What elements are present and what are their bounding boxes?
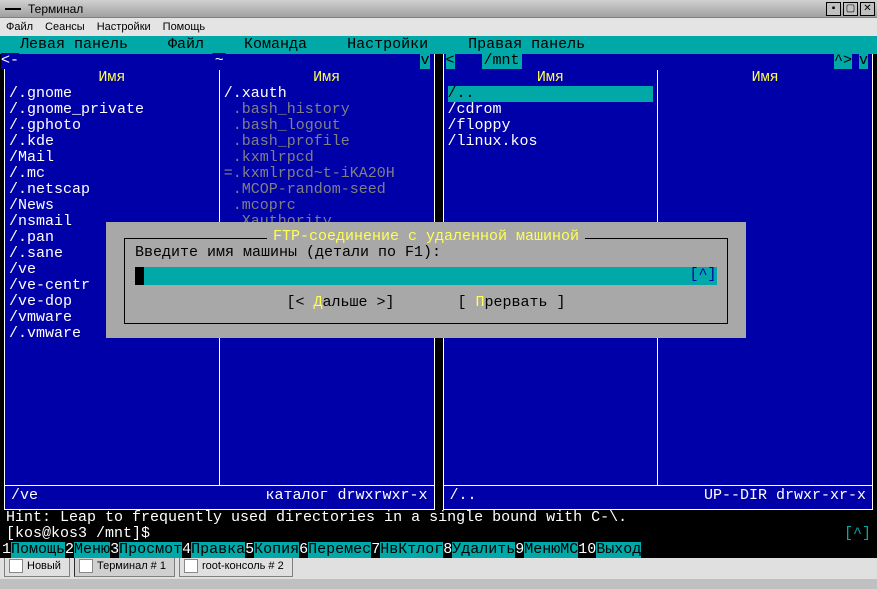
function-key-bar: 1Помощь 2Меню 3Просмот4Правка 5Копия 6Пе… <box>0 542 877 558</box>
file-entry[interactable]: /.mc <box>9 166 215 182</box>
right-footer-perms: UP--DIR drwxr-xr-x <box>704 488 866 505</box>
fkey-label[interactable]: Перемес <box>308 542 371 558</box>
file-entry[interactable]: /floppy <box>448 118 654 134</box>
terminal-icon <box>79 559 93 573</box>
mc-area: Левая панель Файл Команда Настройки Прав… <box>0 36 877 552</box>
fkey-number: 1 <box>2 542 11 558</box>
file-entry[interactable]: /linux.kos <box>448 134 654 150</box>
menu-settings[interactable]: Настройки <box>97 21 151 33</box>
fkey-number: 5 <box>245 542 254 558</box>
file-entry[interactable]: /Mail <box>9 150 215 166</box>
file-entry[interactable]: .bash_history <box>224 102 430 118</box>
file-entry[interactable]: /.. <box>448 86 654 102</box>
fkey-label[interactable]: Правка <box>191 542 245 558</box>
column-header-name: Имя <box>9 70 215 86</box>
column-header-name: Имя <box>448 70 654 86</box>
tab-terminal-1[interactable]: Терминал # 1 <box>74 555 175 577</box>
menu-help[interactable]: Помощь <box>163 21 206 33</box>
terminal-icon <box>184 559 198 573</box>
file-entry[interactable]: /cdrom <box>448 102 654 118</box>
text-cursor <box>135 267 144 285</box>
file-entry[interactable]: /.xauth <box>224 86 430 102</box>
file-entry[interactable]: /News <box>9 198 215 214</box>
right-panel-left-arrow[interactable]: < <box>446 53 455 69</box>
shell-prompt[interactable]: [kos@kos3 /mnt]$ [^] <box>0 526 877 542</box>
file-entry[interactable]: .bash_logout <box>224 118 430 134</box>
prompt-text: [kos@kos3 /mnt]$ <box>6 526 150 542</box>
left-panel-path: ~ <box>213 53 226 69</box>
fkey-label[interactable]: Просмот <box>119 542 182 558</box>
menu-file[interactable]: Файл <box>6 21 33 33</box>
fkey-number: 6 <box>299 542 308 558</box>
ftp-dialog-prompt: Введите имя машины (детали по F1): <box>135 245 717 261</box>
fkey-number: 9 <box>515 542 524 558</box>
ftp-history-button[interactable]: [^] <box>689 267 717 285</box>
left-footer-name: /ve <box>11 488 38 505</box>
file-entry[interactable]: /.gnome_private <box>9 102 215 118</box>
window-maximize-button[interactable]: ▢ <box>843 2 858 16</box>
ftp-cancel-button[interactable]: [ Прервать ] <box>458 294 566 311</box>
right-panel-footer: /.. UP--DIR drwxr-xr-x <box>444 485 873 507</box>
fkey-label[interactable]: Меню <box>74 542 110 558</box>
mc-menubar: Левая панель Файл Команда Настройки Прав… <box>0 36 877 54</box>
ftp-host-input[interactable] <box>135 267 689 285</box>
right-panel-scroll-indicator: v <box>859 53 868 69</box>
document-icon <box>9 559 23 573</box>
file-entry[interactable]: .kxmlrpcd <box>224 150 430 166</box>
fkey-number: 2 <box>65 542 74 558</box>
ftp-dialog-title: FTP-соединение с удаленной машиной <box>267 229 585 245</box>
new-tab-button[interactable]: Новый <box>4 555 70 577</box>
tab-root-2[interactable]: root-консоль # 2 <box>179 555 293 577</box>
column-header-name: Имя <box>662 70 868 86</box>
fkey-number: 7 <box>371 542 380 558</box>
right-panel-right-arrows[interactable]: ^> <box>834 53 852 69</box>
left-panel-footer: /ve каталог drwxrwxr-x <box>5 485 434 507</box>
file-entry[interactable]: .mcoprc <box>224 198 430 214</box>
mc-menu-options[interactable]: Настройки <box>331 36 452 54</box>
column-header-name: Имя <box>224 70 430 86</box>
prompt-history-button[interactable]: [^] <box>844 526 871 542</box>
mc-menu-right-panel[interactable]: Правая панель <box>452 36 609 54</box>
file-entry[interactable]: /.gphoto <box>9 118 215 134</box>
file-entry[interactable]: /.gnome <box>9 86 215 102</box>
ftp-dialog: FTP-соединение с удаленной машиной Введи… <box>106 222 746 338</box>
fkey-number: 8 <box>443 542 452 558</box>
window-close-button[interactable]: ✕ <box>860 2 875 16</box>
file-entry[interactable]: /.kde <box>9 134 215 150</box>
mc-menu-left-panel[interactable]: Левая панель <box>4 36 152 54</box>
window-title: Терминал <box>28 2 83 16</box>
right-footer-name: /.. <box>450 488 477 505</box>
file-entry[interactable]: /.netscap <box>9 182 215 198</box>
left-panel-scroll-indicator: v <box>420 53 429 69</box>
file-entry[interactable]: .bash_profile <box>224 134 430 150</box>
fkey-label[interactable]: Копия <box>254 542 299 558</box>
fkey-number: 4 <box>182 542 191 558</box>
fkey-number: 10 <box>578 542 596 558</box>
fkey-label[interactable]: МенюMC <box>524 542 578 558</box>
window-appmenu-icon[interactable] <box>2 2 24 16</box>
file-entry[interactable]: .MCOP-random-seed <box>224 182 430 198</box>
fkey-label[interactable]: НвКтлог <box>380 542 443 558</box>
app-menubar: Файл Сеансы Настройки Помощь <box>0 18 877 36</box>
right-panel-path: /mnt <box>482 53 522 69</box>
hint-line: Hint: Leap to frequently used directorie… <box>0 510 877 526</box>
left-panel-leftmark: <- <box>1 53 19 69</box>
file-entry[interactable]: =.kxmlrpcd~t-iKA20H <box>224 166 430 182</box>
mc-menu-command[interactable]: Команда <box>228 36 331 54</box>
menu-sessions[interactable]: Сеансы <box>45 21 85 33</box>
fkey-number: 3 <box>110 542 119 558</box>
left-footer-perms: каталог drwxrwxr-x <box>265 488 427 505</box>
fkey-label[interactable]: Удалить <box>452 542 515 558</box>
fkey-label[interactable]: Помощь <box>11 542 65 558</box>
fkey-label[interactable]: Выход <box>596 542 641 558</box>
window-iconify-button[interactable]: ▪ <box>826 2 841 16</box>
ftp-ok-button[interactable]: [< Дальше >] <box>286 294 394 311</box>
window-titlebar: Терминал ▪ ▢ ✕ <box>0 0 877 18</box>
